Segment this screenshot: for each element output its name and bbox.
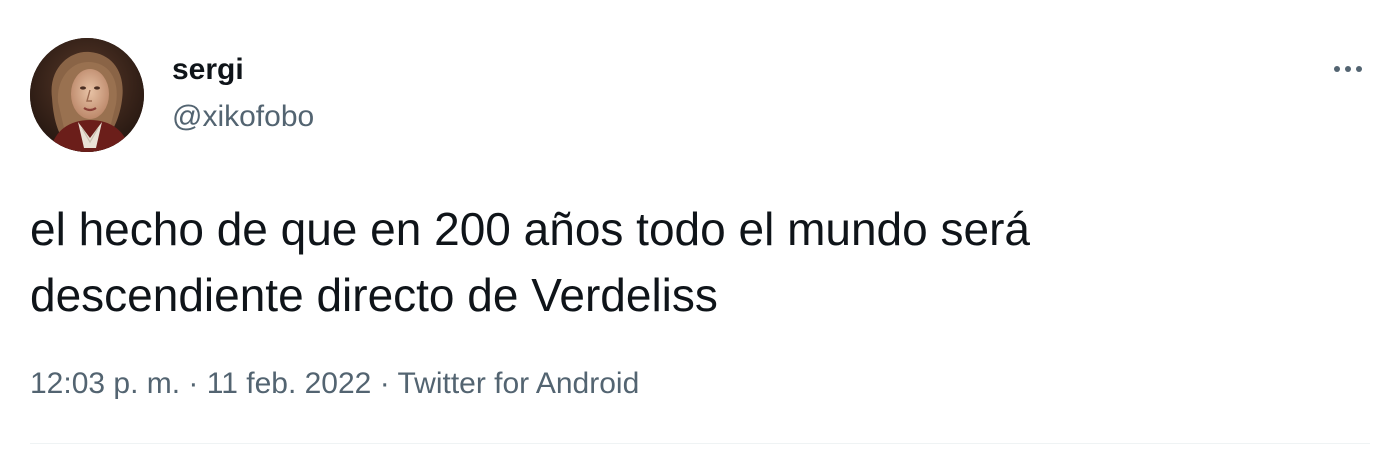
display-name[interactable]: sergi — [172, 50, 314, 90]
tweet-card: sergi @xikofobo el hecho de que en 200 a… — [0, 0, 1400, 466]
tweet-meta: 12:03 p. m. · 11 feb. 2022 · Twitter for… — [30, 364, 639, 404]
tweet-date[interactable]: 11 feb. 2022 — [207, 367, 372, 400]
meta-separator: · — [180, 367, 207, 400]
more-horizontal-icon — [1356, 66, 1362, 72]
more-horizontal-icon — [1345, 66, 1351, 72]
tweet-source[interactable]: Twitter for Android — [397, 367, 639, 400]
user-info: sergi @xikofobo — [172, 50, 314, 137]
tweet-text: el hecho de que en 200 años todo el mund… — [30, 203, 1030, 321]
avatar[interactable] — [30, 38, 144, 152]
more-options-button[interactable] — [1326, 52, 1370, 86]
tweet-time[interactable]: 12:03 p. m. — [30, 367, 180, 400]
meta-separator: · — [371, 367, 398, 400]
user-handle[interactable]: @xikofobo — [172, 97, 314, 137]
divider — [30, 443, 1370, 444]
portrait-avatar-icon — [30, 38, 144, 152]
more-horizontal-icon — [1334, 66, 1340, 72]
